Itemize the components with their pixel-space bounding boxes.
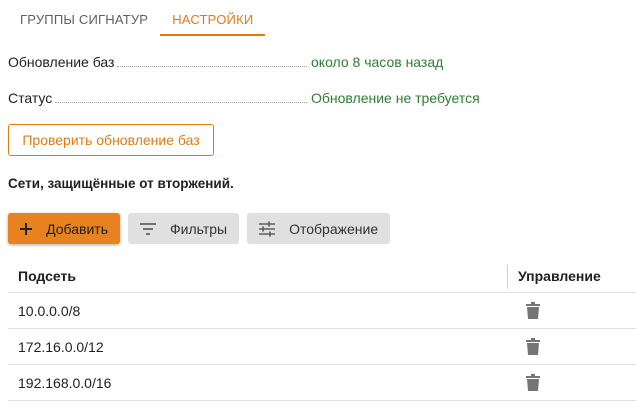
add-button[interactable]: Добавить: [8, 213, 120, 244]
trash-icon[interactable]: [525, 301, 541, 320]
tab-bar: ГРУППЫ СИГНАТУР НАСТРОЙКИ: [8, 0, 266, 36]
toolbar: Добавить Фильтры Отображение: [8, 213, 391, 245]
column-resize-handle[interactable]: [507, 265, 508, 289]
filter-icon: [138, 219, 158, 239]
filters-button[interactable]: Фильтры: [128, 213, 240, 244]
subnet-cell: 10.0.0.0/8: [18, 302, 81, 319]
tab-signature-groups[interactable]: ГРУППЫ СИГНАТУР: [8, 0, 160, 36]
status-row: Статус Обновление не требуется: [8, 88, 488, 108]
tab-settings[interactable]: НАСТРОЙКИ: [160, 0, 266, 36]
status-label: Статус: [8, 90, 53, 106]
display-button-label: Отображение: [289, 220, 379, 237]
trash-icon[interactable]: [525, 337, 541, 356]
status-value: Обновление не требуется: [311, 90, 480, 106]
table-row: 192.168.0.0/16: [8, 365, 636, 401]
db-update-label: Обновление баз: [8, 54, 115, 70]
subnet-cell: 172.16.0.0/12: [18, 338, 104, 355]
table-header: Подсеть Управление: [8, 260, 636, 293]
leader-dots: [55, 101, 307, 103]
filters-button-label: Фильтры: [170, 220, 228, 237]
section-title: Сети, защищённые от вторжений.: [8, 176, 234, 191]
table-row: 10.0.0.0/8: [8, 293, 636, 329]
trash-icon[interactable]: [525, 373, 541, 392]
subnets-table: Подсеть Управление 10.0.0.0/8 172.16.0.0…: [8, 260, 636, 401]
table-row: 172.16.0.0/12: [8, 329, 636, 365]
leader-dots: [117, 65, 307, 67]
column-header-management[interactable]: Управление: [508, 268, 601, 284]
subnet-cell: 192.168.0.0/16: [18, 374, 112, 391]
display-button[interactable]: Отображение: [247, 213, 391, 244]
column-header-subnet[interactable]: Подсеть: [8, 268, 508, 284]
db-update-value: около 8 часов назад: [311, 54, 444, 70]
tune-icon: [257, 219, 277, 239]
db-update-row: Обновление баз около 8 часов назад: [8, 52, 488, 72]
plus-icon: [18, 219, 34, 239]
check-update-button[interactable]: Проверить обновление баз: [8, 124, 214, 156]
add-button-label: Добавить: [46, 220, 108, 237]
